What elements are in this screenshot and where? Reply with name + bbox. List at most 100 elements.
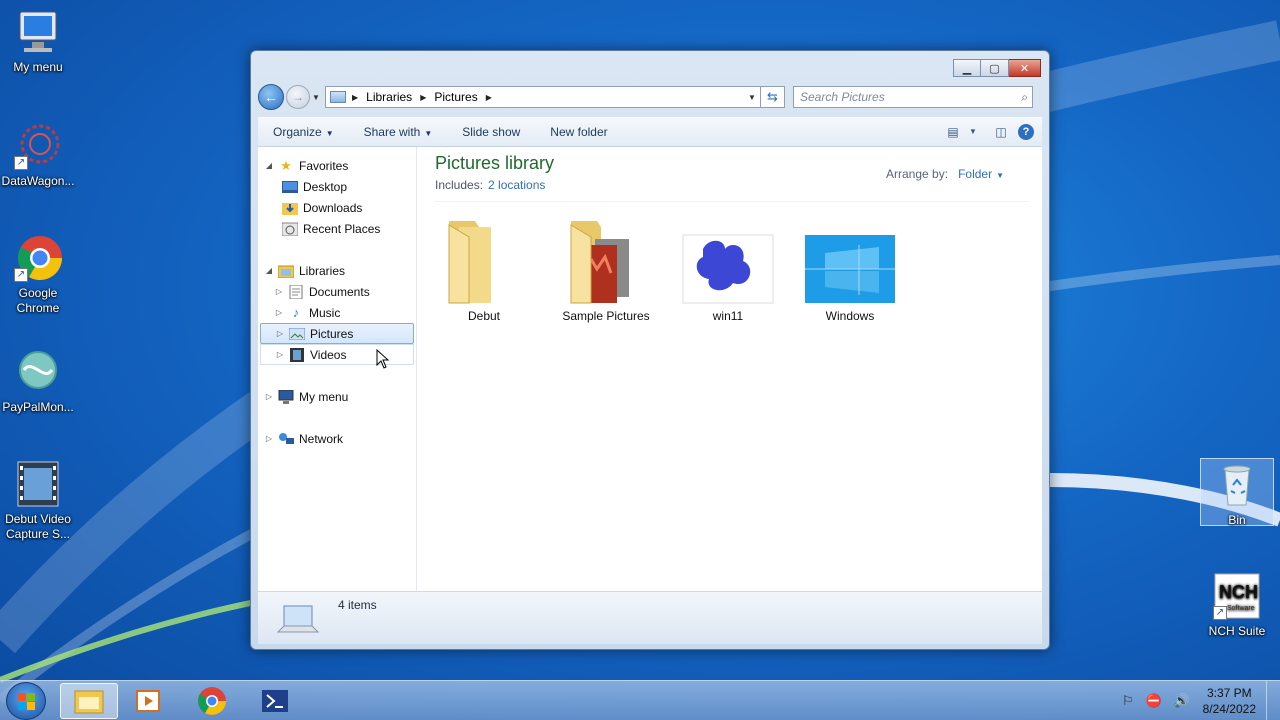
back-button[interactable]: ← (258, 84, 284, 110)
nav-downloads[interactable]: Downloads (258, 197, 416, 218)
desktop-icon-label: My menu (13, 60, 63, 74)
desktop-icon-label: Bin (1228, 513, 1246, 527)
breadcrumb-pictures[interactable]: Pictures (434, 90, 477, 104)
collapsed-triangle-icon: ▷ (275, 287, 283, 296)
desktop-icon-label: NCH Suite (1208, 624, 1266, 638)
item-label: win11 (712, 309, 744, 323)
item-label: Sample Pictures (562, 309, 650, 323)
datawagon-icon: ↗ (14, 122, 62, 170)
desktop-icon-label: DataWagon... (1, 174, 75, 188)
nav-recent-places[interactable]: Recent Places (258, 218, 416, 239)
expanded-triangle-icon: ◢ (265, 161, 273, 170)
search-icon[interactable]: ⌕ (1021, 90, 1028, 105)
shortcut-arrow-icon: ↗ (1213, 606, 1227, 620)
arrange-by-dropdown[interactable]: Folder (958, 167, 992, 181)
nav-videos[interactable]: ▷ Videos (260, 344, 414, 365)
search-input[interactable]: Search Pictures ⌕ (793, 86, 1033, 108)
collapsed-triangle-icon: ▷ (265, 434, 273, 443)
chevron-right-icon[interactable]: ▶ (352, 93, 358, 102)
nav-music[interactable]: ▷ ♪ Music (258, 302, 416, 323)
address-dropdown-icon[interactable]: ▼ (744, 93, 760, 102)
slide-show-button[interactable]: Slide show (447, 125, 535, 139)
taskbar-media-button[interactable] (120, 683, 178, 719)
arrange-by: Arrange by: Folder ▼ (886, 167, 1004, 181)
film-icon (14, 460, 62, 508)
desktop-icon-debut-video[interactable]: Debut Video Capture S... (0, 460, 76, 542)
show-desktop-button[interactable] (1266, 681, 1280, 720)
shortcut-arrow-icon: ↗ (14, 156, 28, 170)
action-center-icon[interactable]: ⚐ (1122, 693, 1134, 709)
breadcrumb-libraries[interactable]: Libraries (366, 90, 412, 104)
clock-time: 3:37 PM (1206, 686, 1252, 700)
folder-item[interactable]: Debut (429, 209, 539, 323)
taskbar: ⚐ ⛔ 🔊 3:37 PM 8/24/2022 (0, 680, 1280, 720)
desktop-icon-datawagon[interactable]: ↗ DataWagon... (0, 122, 76, 189)
nav-favorites[interactable]: ◢ ★ Favorites (258, 155, 416, 176)
svg-text:Software: Software (1227, 605, 1255, 612)
nav-my-menu[interactable]: ▷ My menu (258, 386, 416, 407)
desktop-icon-google-chrome[interactable]: ↗ Google Chrome (0, 234, 76, 316)
downloads-folder-icon (282, 201, 298, 215)
maximize-button[interactable]: ▢ (981, 59, 1009, 77)
volume-icon[interactable]: 🔊 (1174, 693, 1190, 709)
svg-text:NCH: NCH (1219, 582, 1258, 602)
nav-desktop[interactable]: Desktop (258, 176, 416, 197)
desktop-icon-nch-suite[interactable]: NCH Software ↗ NCH Suite (1200, 572, 1274, 639)
music-icon: ♪ (292, 305, 300, 320)
chrome-icon (198, 687, 226, 715)
collapsed-triangle-icon: ▷ (276, 350, 284, 359)
details-pane: 4 items (258, 592, 1042, 644)
nav-pictures[interactable]: ▷ Pictures (260, 323, 414, 344)
nav-documents[interactable]: ▷ Documents (258, 281, 416, 302)
new-folder-button[interactable]: New folder (535, 125, 622, 139)
preview-pane-icon[interactable]: ◫ (990, 125, 1012, 139)
address-bar[interactable]: ▶ Libraries ▶ Pictures ▶ ▼ (325, 86, 761, 108)
share-with-button[interactable]: Share with ▼ (349, 125, 448, 139)
windows-logo-thumbnail (795, 209, 905, 305)
chevron-right-icon[interactable]: ▶ (420, 93, 426, 102)
documents-icon (288, 284, 304, 299)
minimize-button[interactable]: ▁ (953, 59, 981, 77)
collapsed-triangle-icon: ▷ (265, 392, 273, 401)
image-thumbnail (673, 209, 783, 305)
nav-network[interactable]: ▷ Network (258, 428, 416, 449)
desktop-icon-paypalmon[interactable]: PayPalMon... (0, 348, 76, 415)
taskbar-explorer-button[interactable] (60, 683, 118, 719)
close-button[interactable]: ✕ (1009, 59, 1041, 77)
shortcut-arrow-icon: ↗ (14, 268, 28, 282)
start-button[interactable] (6, 682, 46, 720)
nav-libraries[interactable]: ◢ Libraries (258, 260, 416, 281)
taskbar-clock[interactable]: 3:37 PM 8/24/2022 (1203, 685, 1256, 717)
chevron-down-icon: ▼ (325, 128, 334, 138)
expanded-triangle-icon: ◢ (265, 266, 273, 275)
chevron-right-icon[interactable]: ▶ (486, 93, 492, 102)
navigation-pane: ◢ ★ Favorites Desktop Downloads Recent P… (258, 147, 417, 591)
desktop-icon-recycle-bin[interactable]: Bin (1200, 458, 1274, 527)
folder-item[interactable]: Sample Pictures (551, 209, 661, 323)
recent-pages-dropdown[interactable]: ▼ (312, 93, 322, 102)
desktop-icon-my-menu[interactable]: My menu (0, 8, 76, 75)
media-player-icon (136, 690, 160, 712)
network-icon (278, 432, 294, 446)
help-icon[interactable]: ? (1018, 123, 1034, 140)
forward-button[interactable]: → (286, 85, 310, 109)
image-item[interactable]: win11 (673, 209, 783, 323)
chevron-down-icon: ▼ (424, 128, 433, 138)
library-includes: Includes: 2 locations (435, 178, 546, 192)
locations-link[interactable]: 2 locations (488, 178, 545, 192)
laptop-icon (276, 602, 320, 638)
paypalmon-icon (14, 348, 62, 396)
view-options-dropdown-icon[interactable]: ▼ (962, 127, 984, 136)
taskbar-powershell-button[interactable] (246, 683, 304, 719)
folder-icon (429, 209, 539, 305)
refresh-button[interactable]: ⇆ (761, 86, 785, 108)
image-item[interactable]: Windows (795, 209, 905, 323)
collapsed-triangle-icon: ▷ (276, 329, 284, 338)
organize-button[interactable]: Organize ▼ (258, 125, 349, 139)
change-view-icon[interactable]: ▤ (942, 125, 964, 139)
explorer-window: ▁ ▢ ✕ ← → ▼ ▶ Libraries ▶ Pictures ▶ ▼ ⇆… (250, 50, 1050, 650)
network-disconnected-icon[interactable]: ⛔ (1146, 693, 1162, 709)
taskbar-chrome-button[interactable] (183, 683, 241, 719)
pictures-library-icon (330, 91, 346, 103)
explorer-folder-icon (74, 690, 104, 714)
